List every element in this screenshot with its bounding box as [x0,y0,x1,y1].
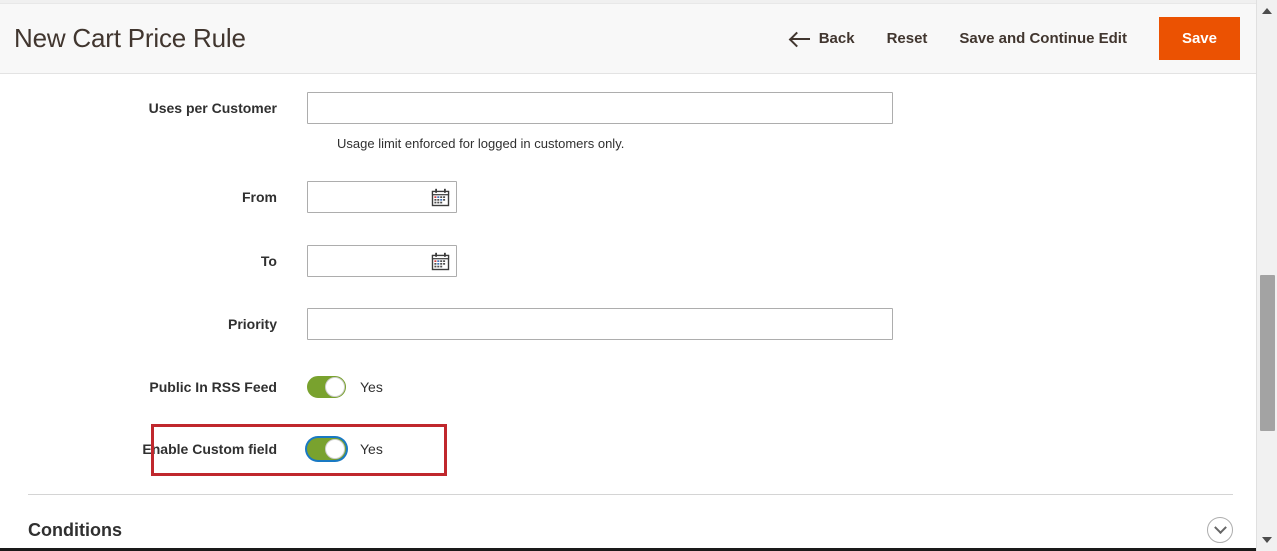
enable-custom-field-label: Enable Custom field [142,441,277,457]
uses-per-customer-control [307,92,893,124]
toggle-knob [325,377,345,397]
uses-per-customer-input[interactable] [307,92,893,124]
page-title: New Cart Price Rule [14,23,246,53]
chevron-down-icon[interactable] [1207,517,1233,543]
arrow-left-icon [790,31,810,46]
to-date-wrapper [307,245,457,277]
scroll-down-arrow-icon[interactable] [1257,531,1277,549]
form-body: Uses per Customer Usage limit enforced f… [0,75,1256,551]
to-calendar-icon[interactable] [428,249,452,273]
public-in-rss-feed-state: Yes [360,379,383,395]
vertical-scrollbar[interactable] [1256,0,1277,551]
field-row-uses-per-customer: Uses per Customer [0,92,893,124]
from-date-wrapper [307,181,457,213]
scroll-up-arrow-icon[interactable] [1257,2,1277,20]
from-calendar-icon[interactable] [428,185,452,209]
section-divider [28,494,1233,495]
page-header: New Cart Price Rule Back Reset Save and … [0,4,1256,74]
from-control [307,181,457,213]
uses-per-customer-note: Usage limit enforced for logged in custo… [337,136,625,151]
enable-custom-field-toggle[interactable] [307,438,346,460]
from-label: From [242,189,277,205]
back-button-label: Back [818,30,855,47]
reset-button-label: Reset [886,30,928,47]
uses-per-customer-label: Uses per Customer [148,100,277,116]
priority-input[interactable] [307,308,893,340]
enable-custom-field-control: Yes [307,433,383,465]
field-row-public-in-rss-feed: Public In RSS Feed Yes [0,371,383,403]
public-in-rss-feed-control: Yes [307,371,383,403]
reset-button[interactable]: Reset [871,22,944,55]
to-control [307,245,457,277]
field-row-to: To [0,245,457,277]
back-button[interactable]: Back [775,22,871,55]
toggle-knob [325,439,345,459]
field-row-priority: Priority [0,308,893,340]
save-button[interactable]: Save [1158,17,1240,60]
admin-page: New Cart Price Rule Back Reset Save and … [0,0,1277,551]
save-and-continue-edit-label: Save and Continue Edit [959,30,1127,47]
priority-label: Priority [227,316,277,332]
field-row-enable-custom-field: Enable Custom field Yes [0,433,383,465]
conditions-section-title: Conditions [28,519,122,540]
to-label: To [260,253,277,269]
priority-control [307,308,893,340]
field-row-from: From [0,181,457,213]
section-header-conditions[interactable]: Conditions [28,509,1233,551]
enable-custom-field-state: Yes [360,441,383,457]
public-in-rss-feed-toggle[interactable] [307,376,346,398]
scrollbar-thumb[interactable] [1260,275,1275,431]
public-in-rss-feed-label: Public In RSS Feed [149,379,277,395]
header-actions: Back Reset Save and Continue Edit Save [775,4,1240,73]
save-and-continue-edit-button[interactable]: Save and Continue Edit [943,22,1143,55]
